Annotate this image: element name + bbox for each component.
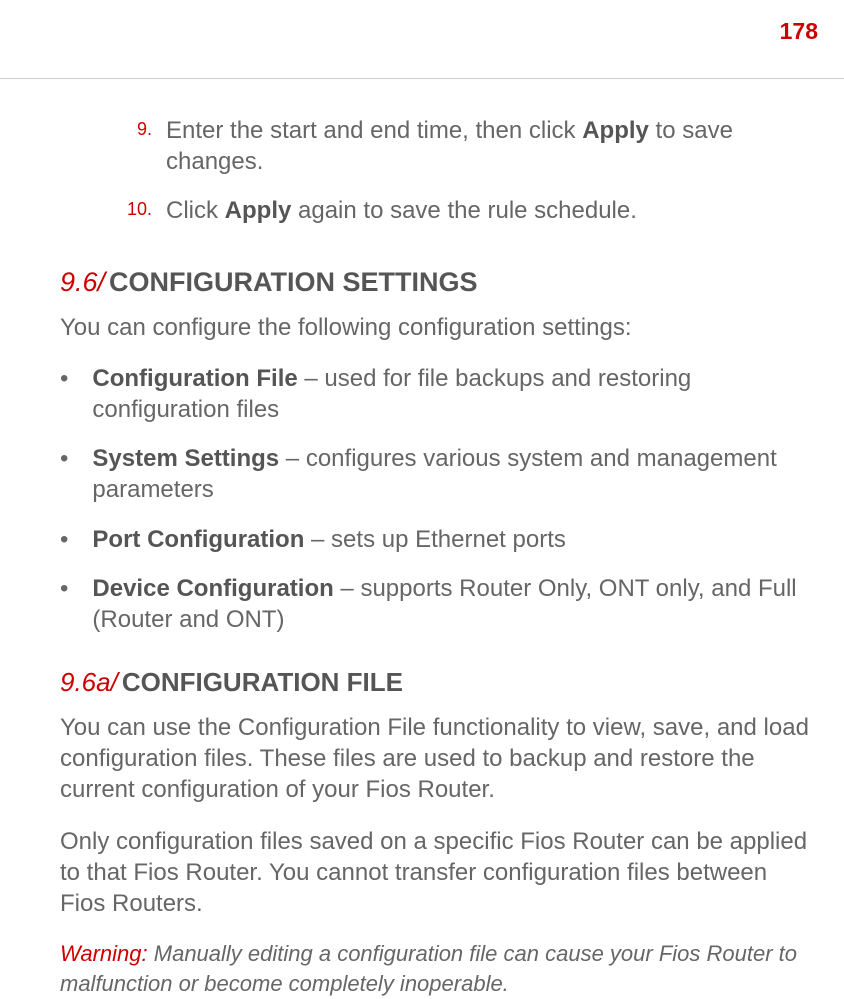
- list-item: • System Settings – configures various s…: [60, 443, 812, 505]
- list-text: Device Configuration – supports Router O…: [92, 573, 812, 635]
- bullet-marker: •: [60, 363, 68, 425]
- warning-text: Warning: Manually editing a configuratio…: [60, 939, 812, 998]
- section-title: CONFIGURATION FILE: [122, 667, 403, 697]
- section-heading-9-6: 9.6/CONFIGURATION SETTINGS: [60, 267, 812, 298]
- text-part: Click: [166, 197, 225, 224]
- text-part: Enter the start and end time, then click: [166, 117, 582, 144]
- section-intro: You can configure the following configur…: [60, 312, 812, 343]
- bold-text: Apply: [582, 117, 649, 144]
- horizontal-rule: [0, 78, 844, 79]
- text-part: again to save the rule schedule.: [291, 197, 637, 224]
- step-text: Enter the start and end time, then click…: [166, 115, 812, 177]
- step-number: 10.: [120, 195, 152, 226]
- paragraph: Only configuration files saved on a spec…: [60, 826, 812, 920]
- list-item: • Configuration File – used for file bac…: [60, 363, 812, 425]
- bold-text: Apply: [225, 197, 292, 224]
- section-heading-9-6a: 9.6a/CONFIGURATION FILE: [60, 667, 812, 698]
- section-number: 9.6/: [60, 267, 105, 297]
- text-part: – sets up Ethernet ports: [304, 526, 565, 553]
- bold-text: Configuration File: [92, 365, 297, 392]
- section-title: CONFIGURATION SETTINGS: [109, 267, 478, 297]
- list-item: • Device Configuration – supports Router…: [60, 573, 812, 635]
- warning-label: Warning:: [60, 941, 148, 966]
- bullet-marker: •: [60, 443, 68, 505]
- bold-text: Device Configuration: [92, 575, 333, 602]
- step-9: 9. Enter the start and end time, then cl…: [60, 115, 812, 177]
- step-text: Click Apply again to save the rule sched…: [166, 195, 637, 226]
- step-10: 10. Click Apply again to save the rule s…: [60, 195, 812, 226]
- page-content: 9. Enter the start and end time, then cl…: [0, 0, 844, 999]
- list-text: Configuration File – used for file backu…: [92, 363, 812, 425]
- page-number: 178: [780, 18, 818, 45]
- bullet-marker: •: [60, 573, 68, 635]
- list-text: Port Configuration – sets up Ethernet po…: [92, 524, 565, 555]
- bullet-list: • Configuration File – used for file bac…: [60, 363, 812, 635]
- paragraph: You can use the Configuration File funct…: [60, 712, 812, 806]
- list-text: System Settings – configures various sys…: [92, 443, 812, 505]
- bullet-marker: •: [60, 524, 68, 555]
- step-number: 9.: [120, 115, 152, 177]
- bold-text: Port Configuration: [92, 526, 304, 553]
- section-number: 9.6a/: [60, 667, 118, 697]
- list-item: • Port Configuration – sets up Ethernet …: [60, 524, 812, 555]
- warning-body: Manually editing a configuration file ca…: [60, 941, 797, 996]
- bold-text: System Settings: [92, 445, 279, 472]
